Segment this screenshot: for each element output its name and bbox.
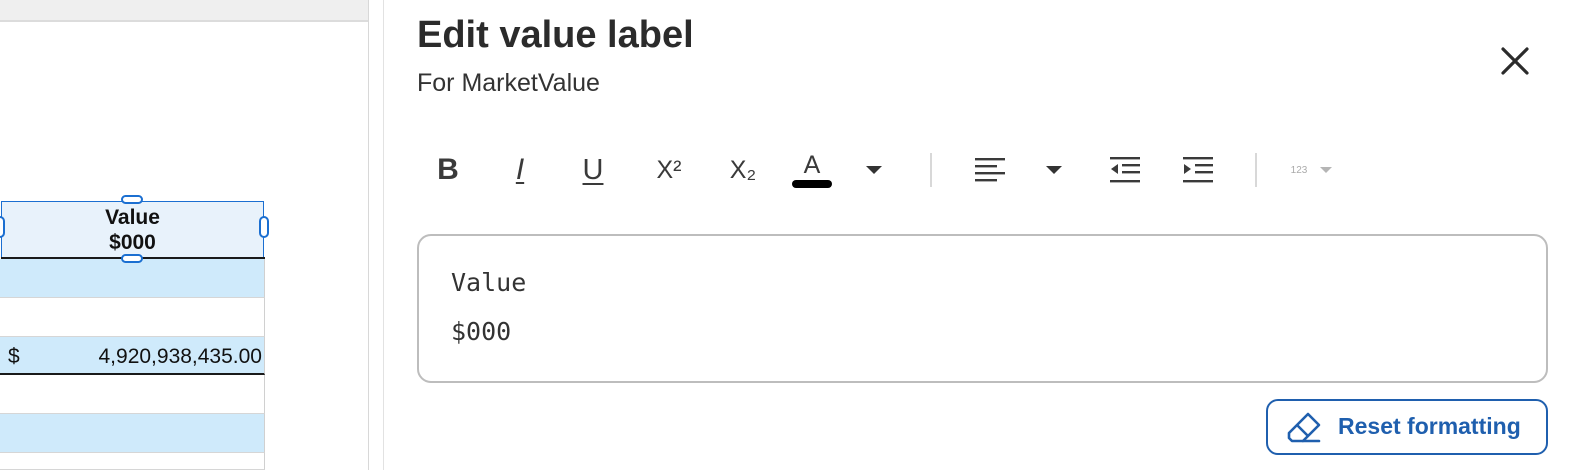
underline-button[interactable]: U [575,148,611,192]
bold-button[interactable]: B [430,148,466,192]
bold-icon: B [437,153,459,186]
editor-line-2: $000 [451,317,512,346]
align-left-icon [975,158,1005,182]
reset-formatting-button[interactable]: Reset formatting [1266,399,1548,455]
selected-header-cell[interactable]: Value $000 [1,201,264,258]
pane-divider[interactable] [383,0,384,470]
number-format-icon: 123 [1290,164,1308,176]
dialog-title: Edit value label [417,14,694,56]
indent-button[interactable] [1179,148,1217,192]
table-row[interactable] [0,298,265,337]
header-line-1: Value [105,205,160,229]
text-color-icon: A [803,151,821,179]
resize-handle-right[interactable] [259,216,269,238]
table-row[interactable] [0,453,265,470]
underline-icon: U [582,153,604,186]
table-row[interactable] [0,259,265,298]
market-value-cell: 4,920,938,435.00 [98,345,263,368]
close-icon [1501,47,1529,75]
close-button[interactable] [1494,40,1536,82]
toolbar-separator [1255,153,1257,187]
italic-icon: I [515,153,525,186]
subscript-button[interactable]: X₂ [722,148,764,192]
outdent-icon [1110,157,1140,183]
label-editor[interactable]: Value $000 [417,234,1548,383]
text-color-swatch [792,180,832,188]
italic-button[interactable]: I [502,148,538,192]
align-dropdown[interactable] [1040,148,1068,192]
pane-gutter [370,0,383,470]
number-format-dropdown[interactable]: 123 [1282,148,1342,192]
spreadsheet-pane: Value $000 $ 4,920,938,435.00 [0,0,369,470]
resize-handle-left[interactable] [0,216,5,238]
subscript-icon: X₂ [729,155,757,184]
dialog-subtitle: For MarketValue [417,69,600,97]
resize-handle-top[interactable] [121,195,143,204]
superscript-icon: X² [656,155,682,184]
header-line-2: $000 [109,230,156,254]
chevron-down-icon [1320,167,1333,173]
sheet-column-header-bar [0,0,369,22]
text-color-dropdown[interactable] [860,148,888,192]
resize-handle-bottom[interactable] [121,254,143,263]
text-color-button[interactable]: A [789,148,835,192]
toolbar-separator [930,153,932,187]
superscript-button[interactable]: X² [648,148,690,192]
reset-formatting-label: Reset formatting [1338,413,1521,439]
chevron-down-icon [866,166,882,174]
table-row[interactable] [0,414,265,453]
outdent-button[interactable] [1106,148,1144,192]
editor-line-1: Value [451,268,527,297]
currency-symbol: $ [8,345,20,368]
align-button[interactable] [971,148,1009,192]
eraser-icon [1287,412,1321,443]
chevron-down-icon [1046,166,1062,174]
table-row-total[interactable]: $ 4,920,938,435.00 [0,337,265,375]
sheet-divider [368,0,369,470]
indent-icon [1183,157,1213,183]
table-row[interactable] [0,375,265,414]
